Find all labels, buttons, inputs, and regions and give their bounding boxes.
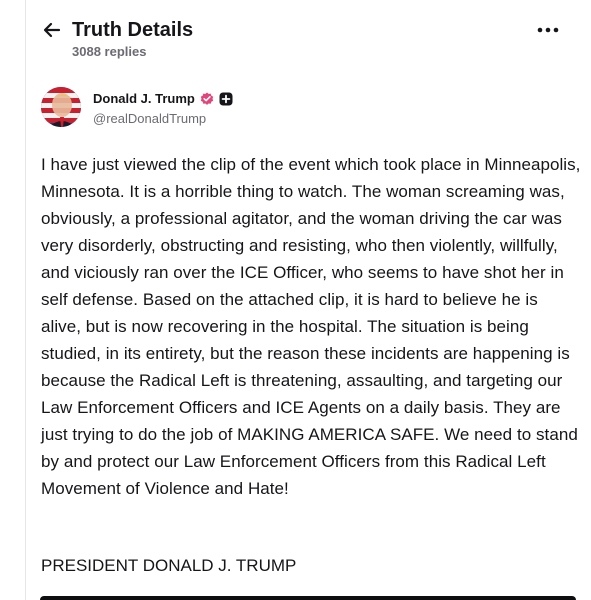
avatar[interactable] — [41, 87, 81, 127]
post-author: Donald J. Trump @realDonaldTrump — [41, 87, 571, 129]
author-handle[interactable]: @realDonaldTrump — [93, 111, 206, 126]
more-options-button[interactable] — [535, 20, 561, 40]
page-header: Truth Details 3088 replies — [40, 18, 571, 64]
reply-count: 3088 replies — [72, 44, 147, 59]
avatar-image — [41, 87, 81, 127]
author-name[interactable]: Donald J. Trump — [93, 91, 195, 106]
column-divider — [25, 0, 26, 600]
more-horizontal-icon — [537, 27, 559, 33]
author-name-row: Donald J. Trump — [93, 91, 233, 106]
back-button[interactable] — [40, 18, 64, 42]
post-text: I have just viewed the clip of the event… — [41, 155, 581, 498]
page-title: Truth Details — [72, 19, 194, 41]
verified-badge-icon — [200, 92, 214, 105]
attached-media[interactable] — [40, 596, 576, 600]
arrow-left-icon — [43, 22, 61, 38]
plus-badge-icon — [219, 92, 233, 105]
post-signature: PRESIDENT DONALD J. TRUMP — [41, 556, 297, 575]
